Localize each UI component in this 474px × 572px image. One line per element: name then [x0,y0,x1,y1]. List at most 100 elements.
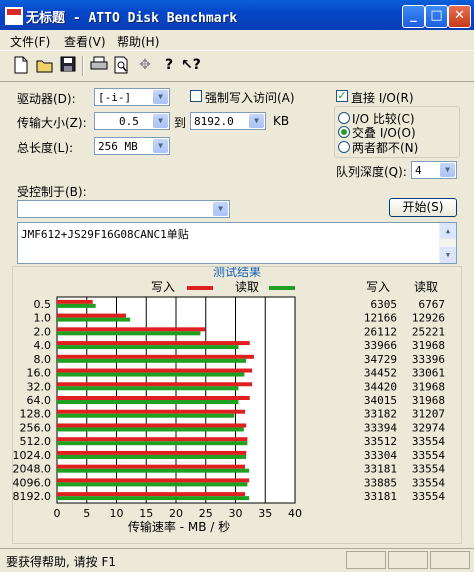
save-icon[interactable] [59,56,77,74]
y-tick-label: 512.0 [20,435,52,448]
read-bar [57,482,248,487]
neither-radio[interactable] [338,141,350,153]
menu-view[interactable]: 查看(V) [64,33,106,50]
x-tick-label: 30 [229,507,243,520]
force-write-checkbox[interactable] [190,90,202,102]
y-tick-label: 16.0 [27,367,52,380]
print-preview-icon[interactable] [112,56,130,74]
write-bar [57,368,253,373]
y-tick-label: 4.0 [34,339,52,352]
direct-io-label: 直接 I/O(R) [351,91,414,105]
write-bar [57,341,250,346]
write-value: 33181 [364,463,397,476]
read-bar [57,496,250,501]
x-tick-label: 10 [110,507,124,520]
y-tick-label: 64.0 [27,394,52,407]
read-value: 33061 [412,367,445,380]
menu-bar: 文件(F) 查看(V) 帮助(H) [0,30,474,50]
io-compare-radio[interactable] [338,112,350,124]
read-value: 25221 [412,325,445,338]
read-value: 31968 [412,339,445,352]
new-doc-icon[interactable] [12,56,30,74]
write-bar [57,382,253,387]
read-value: 31968 [412,380,445,393]
write-value: 34420 [364,380,397,393]
write-value: 26112 [364,325,397,338]
menu-file[interactable]: 文件(F) [10,33,50,50]
read-bar [57,372,245,377]
results-title: 测试结果 [213,267,261,279]
chevron-down-icon[interactable]: ▼ [153,139,168,153]
results-chart: 测试结果 写入 读取 写入 读取 0 5 10 15 20 25 30 35 40 0.5 6305… [13,264,446,534]
x-tick-label: 25 [199,507,213,520]
print-icon[interactable] [90,56,108,74]
read-value: 33396 [412,353,445,366]
open-folder-icon[interactable] [36,56,54,74]
write-bar [57,299,93,304]
scroll-up-icon[interactable]: ▲ [440,223,456,239]
drive-select[interactable]: [-i-] ▼ [94,88,170,106]
controlled-by-select[interactable]: ▼ [17,200,230,218]
chevron-down-icon[interactable]: ▼ [153,90,168,104]
x-tick-label: 15 [139,507,153,520]
read-bar [57,331,201,336]
transfer-from-select[interactable]: 0.5 ▼ [94,112,170,130]
write-value: 33512 [364,435,397,448]
y-tick-label: 2048.0 [13,463,51,476]
write-bar [57,354,254,359]
chevron-down-icon[interactable]: ▼ [249,114,264,128]
read-value: 31207 [412,408,445,421]
app-icon [5,7,23,25]
chevron-down-icon[interactable]: ▼ [440,163,455,177]
results-group: 测试结果 写入 读取 写入 读取 0 5 10 15 20 25 30 35 40 0.5 6305… [12,264,462,544]
write-value: 33394 [364,421,397,434]
read-bar [57,468,250,473]
description-textarea[interactable]: JMF612+JS29F16G08CANC1单贴 ▲ ▼ [17,222,457,264]
move-icon[interactable]: ✥ [136,56,154,74]
write-column-header: 写入 [366,280,390,294]
read-value: 6767 [419,298,446,311]
description-scrollbar[interactable]: ▲ ▼ [439,223,456,263]
read-bar [57,345,239,350]
y-tick-label: 1024.0 [13,449,51,462]
write-value: 33966 [364,339,397,352]
write-bar [57,464,246,469]
read-bar [57,441,248,446]
kb-label: KB [273,114,290,128]
context-help-icon[interactable]: ↖? [181,56,201,74]
status-cell [430,551,470,569]
direct-io-checkbox[interactable]: ✓ [336,90,348,102]
help-icon[interactable]: ? [160,56,178,74]
menu-help[interactable]: 帮助(H) [117,33,159,50]
queue-depth-select[interactable]: 4 ▼ [411,161,457,179]
status-cell [388,551,428,569]
transfer-to-select[interactable]: 8192.0 ▼ [190,112,266,130]
read-value: 33554 [412,490,445,503]
start-button[interactable]: 开始(S) [389,198,457,217]
write-value: 34452 [364,367,397,380]
transfer-size-label: 传输大小(Z): [17,116,87,130]
chevron-down-icon[interactable]: ▼ [213,202,228,216]
close-button[interactable]: ✕ [448,5,471,28]
write-value: 12166 [364,312,397,325]
write-bar [57,492,246,497]
read-value: 33554 [412,449,445,462]
write-bar [57,437,248,442]
read-value: 33554 [412,476,445,489]
to-label: 到 [174,116,187,130]
y-tick-label: 32.0 [27,380,52,393]
y-tick-label: 8.0 [34,353,52,366]
write-bar [57,327,206,332]
controlled-by-label: 受控制于(B): [17,185,87,199]
chevron-down-icon[interactable]: ▼ [153,114,168,128]
overlap-io-radio[interactable] [338,126,350,138]
title-bar[interactable]: 无标题 - ATTO Disk Benchmark _ □ ✕ [0,0,474,30]
maximize-button[interactable]: □ [425,5,448,28]
scroll-down-icon[interactable]: ▼ [440,247,456,263]
total-length-select[interactable]: 256 MB ▼ [94,137,170,155]
toolbar-separator [82,56,84,76]
y-tick-label: 4096.0 [13,476,51,489]
minimize-button[interactable]: _ [402,5,425,28]
window-title: 无标题 - ATTO Disk Benchmark [26,11,238,26]
read-value: 12926 [412,312,445,325]
